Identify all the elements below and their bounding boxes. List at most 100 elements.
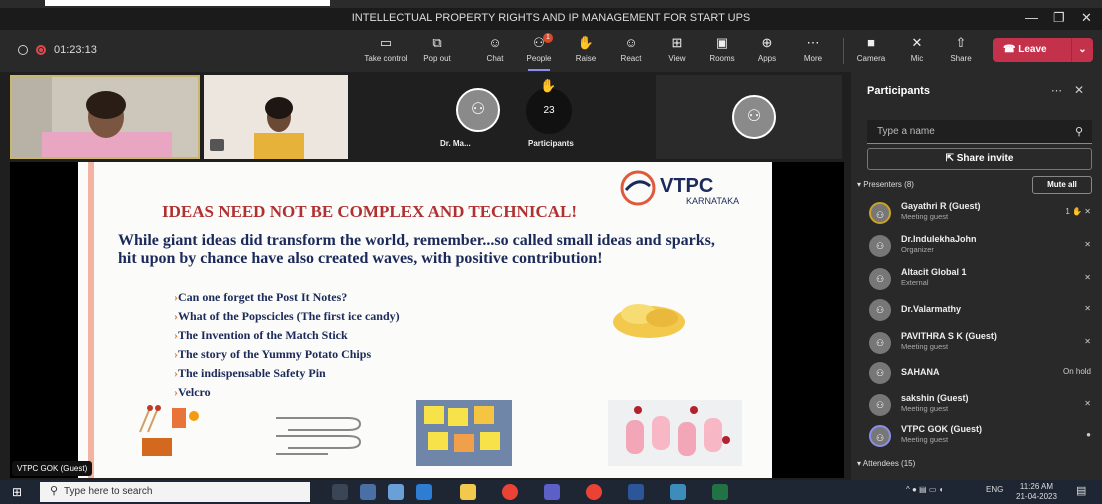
- video-tile-participant: [204, 75, 348, 159]
- people-button[interactable]: ⚇ 1 People: [516, 33, 562, 71]
- participant-search-input[interactable]: Type a name: [867, 120, 1092, 144]
- task-view-icon[interactable]: [332, 484, 348, 500]
- raised-hand-order: 1 ✋ ✕: [1065, 207, 1091, 216]
- participant-row[interactable]: ⚇ Altacit Global 1 External ✕: [869, 264, 1093, 294]
- avatar: ⚇: [869, 202, 891, 224]
- top-strip-bar: [45, 0, 330, 6]
- mic-off-icon: ✕: [911, 35, 923, 50]
- mic-off-icon: ✕: [1084, 337, 1091, 346]
- minimize-button[interactable]: —: [1025, 10, 1038, 25]
- chat-button[interactable]: ☺ Chat: [472, 35, 518, 63]
- chrome-icon[interactable]: [502, 484, 518, 500]
- participants-count-bubble[interactable]: 23: [526, 88, 572, 134]
- maximize-button[interactable]: ❐: [1053, 10, 1065, 26]
- clock[interactable]: 11:26 AM 21-04-2023: [1016, 482, 1057, 502]
- meeting-toolbar: 01:23:13 ▭ Take control ⧉ Pop out ☺ Chat ⚇ 1…: [0, 30, 1102, 72]
- title-bar: INTELLECTUAL PROPERTY RIGHTS AND IP MANA…: [0, 8, 1102, 30]
- taskbar-search-input[interactable]: Type here to search: [40, 482, 310, 502]
- matchsticks-image: [139, 405, 199, 456]
- top-strip: [0, 0, 1102, 8]
- smile-icon: ☺: [624, 35, 638, 50]
- more-button[interactable]: ⋯ More: [790, 35, 836, 63]
- meeting-stage: ⚇ Dr. Ma... 23 ✋ Participants ⚇ VTPC KAR…: [0, 72, 850, 480]
- mic-button[interactable]: ✕ Mic: [894, 35, 940, 63]
- participant-row[interactable]: ⚇ SAHANA On hold: [869, 358, 1093, 388]
- participant-avatar[interactable]: ⚇: [456, 88, 500, 132]
- rooms-button[interactable]: ▣ Rooms: [699, 35, 745, 63]
- shared-screen: VTPC KARNATAKA IDEAS NEED NOT BE COMPLEX…: [10, 162, 844, 478]
- share-invite-button[interactable]: ⇱ Share invite: [867, 148, 1092, 170]
- notification-icon[interactable]: ▤: [1076, 484, 1086, 497]
- mic-off-icon: ✕: [1084, 304, 1091, 313]
- take-control-button[interactable]: ▭ Take control: [360, 35, 412, 63]
- participant-row[interactable]: ⚇ Dr.IndulekhaJohn Organizer ✕: [869, 231, 1093, 261]
- language-indicator[interactable]: ENG: [986, 485, 1003, 494]
- participant-row[interactable]: ⚇ sakshin (Guest) Meeting guest ✕: [869, 390, 1093, 420]
- camera-button[interactable]: ■ Camera: [848, 35, 894, 63]
- windows-start-icon[interactable]: ⊞: [12, 485, 22, 499]
- attendees-section-header[interactable]: ▾ Attendees (15): [857, 459, 915, 468]
- window-title: INTELLECTUAL PROPERTY RIGHTS AND IP MANA…: [351, 12, 751, 24]
- share-icon: ⇧: [955, 35, 967, 50]
- app-icon-3[interactable]: [416, 484, 432, 500]
- on-hold-status: On hold: [1062, 367, 1091, 376]
- mic-off-icon: ✕: [1084, 240, 1091, 249]
- leave-button[interactable]: ☎ Leave ⌄: [993, 38, 1093, 62]
- pop-out-button[interactable]: ⧉ Pop out: [414, 35, 460, 63]
- vtpc-logo: VTPC KARNATAKA: [616, 168, 776, 208]
- windows-taskbar: ⊞ Type here to search ⚲ ^ ● ▤ ▭ ◖ ENG 11…: [0, 480, 1102, 504]
- slide-bullet: The Invention of the Match Stick: [174, 326, 400, 345]
- raise-hand-button[interactable]: ✋ Raise: [563, 35, 609, 63]
- participants-panel: Participants ⋯ ✕ Type a name ⚲ ⇱ Share i…: [851, 72, 1102, 480]
- teams-icon[interactable]: [544, 484, 560, 500]
- hand-icon: ✋: [577, 35, 595, 50]
- app-icon-1[interactable]: [360, 484, 376, 500]
- participant-row[interactable]: ⚇ Gayathri R (Guest) Meeting guest 1 ✋ ✕: [869, 198, 1093, 228]
- slide-body: While giant ideas did transform the worl…: [118, 232, 715, 267]
- excel-icon[interactable]: [712, 484, 728, 500]
- avatar: ⚇: [869, 362, 891, 384]
- presenters-section-header[interactable]: ▾ Presenters (8): [857, 180, 914, 189]
- safety-pins-image: [276, 417, 362, 455]
- presenter-tag: VTPC GOK (Guest): [12, 461, 93, 476]
- close-button[interactable]: ✕: [1081, 10, 1092, 26]
- panel-more-icon[interactable]: ⋯: [1051, 84, 1062, 97]
- slide-bullet: Velcro: [174, 383, 400, 402]
- camera-off-icon: ■: [867, 35, 875, 50]
- potato-chips-image: [613, 304, 685, 338]
- word-icon[interactable]: [628, 484, 644, 500]
- mute-all-button[interactable]: Mute all: [1032, 176, 1092, 194]
- view-button[interactable]: ⊞ View: [654, 35, 700, 63]
- participant-row[interactable]: ⚇ PAVITHRA S K (Guest) Meeting guest ✕: [869, 328, 1093, 358]
- tile-avatar: ⚇: [732, 95, 776, 139]
- participant-row[interactable]: ⚇ VTPC GOK (Guest) Meeting guest ●: [869, 421, 1093, 451]
- recording-status: 01:23:13: [18, 44, 97, 56]
- leave-options-button[interactable]: ⌄: [1071, 38, 1093, 62]
- react-button[interactable]: ☺ React: [608, 35, 654, 63]
- slide-heading: IDEAS NEED NOT BE COMPLEX AND TECHNICAL!: [162, 202, 577, 221]
- photos-icon[interactable]: [670, 484, 686, 500]
- slide-bullet: The story of the Yummy Potato Chips: [174, 345, 400, 364]
- people-badge: 1: [543, 33, 553, 43]
- app-icon-2[interactable]: [388, 484, 404, 500]
- slide-bullets: Can one forget the Post It Notes? What o…: [174, 288, 400, 402]
- mic-on-icon: ●: [1086, 430, 1091, 439]
- tile-name: Dr. Ma...: [440, 139, 471, 148]
- file-explorer-icon[interactable]: [460, 484, 476, 500]
- avatar: ⚇: [869, 394, 891, 416]
- panel-close-icon[interactable]: ✕: [1074, 83, 1084, 97]
- phone-icon: ☎: [1003, 44, 1016, 55]
- recording-icon: [36, 45, 46, 55]
- apps-button[interactable]: ⊕ Apps: [744, 35, 790, 63]
- participants-label: Participants: [528, 139, 574, 148]
- svg-text:VTPC: VTPC: [660, 175, 713, 197]
- chrome-icon-2[interactable]: [586, 484, 602, 500]
- shield-icon: [18, 45, 28, 55]
- participant-row[interactable]: ⚇ Dr.Valarmathy ✕: [869, 295, 1093, 325]
- share-button[interactable]: ⇧ Share: [938, 35, 984, 63]
- popsicles-image: [608, 400, 742, 466]
- avatar: ⚇: [869, 332, 891, 354]
- avatar: ⚇: [869, 235, 891, 257]
- tray-icons[interactable]: ^ ● ▤ ▭ ◖: [906, 485, 943, 494]
- video-tile-avatar: ⚇: [656, 75, 842, 159]
